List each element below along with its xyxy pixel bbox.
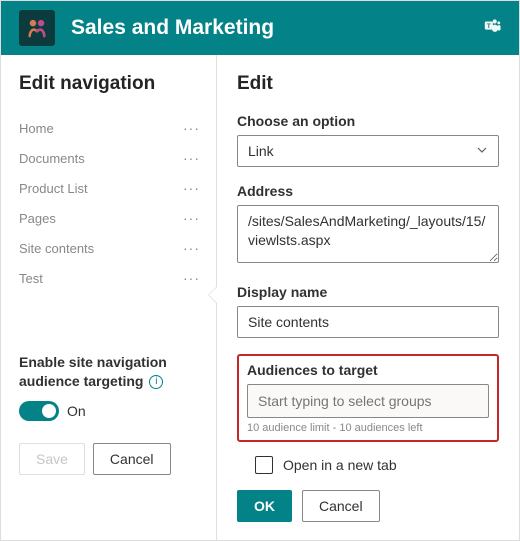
- audience-targeting-toggle[interactable]: [19, 401, 59, 421]
- nav-item-pages[interactable]: Pages ···: [19, 203, 202, 233]
- save-button: Save: [19, 443, 85, 475]
- site-title: Sales and Marketing: [71, 16, 483, 40]
- more-icon[interactable]: ···: [181, 180, 202, 196]
- audiences-hint: 10 audience limit - 10 audiences left: [247, 422, 489, 434]
- nav-item-label: Home: [19, 121, 54, 136]
- audiences-input[interactable]: [247, 384, 489, 418]
- nav-item-site-contents[interactable]: Site contents ···: [19, 233, 202, 263]
- callout-arrow-icon: [209, 287, 217, 303]
- more-icon[interactable]: ···: [181, 120, 202, 136]
- teams-icon[interactable]: T: [483, 17, 501, 40]
- cancel-button[interactable]: Cancel: [93, 443, 171, 475]
- nav-item-product-list[interactable]: Product List ···: [19, 173, 202, 203]
- edit-link-panel: Edit Choose an option Link Address Displ…: [216, 55, 519, 540]
- nav-item-label: Product List: [19, 181, 88, 196]
- more-icon[interactable]: ···: [181, 210, 202, 226]
- open-new-tab-checkbox[interactable]: [255, 456, 273, 474]
- option-label: Choose an option: [237, 113, 499, 129]
- panel-title: Edit: [237, 73, 499, 95]
- option-select[interactable]: Link: [237, 135, 499, 167]
- svg-text:T: T: [487, 22, 491, 29]
- audiences-highlight: Audiences to target 10 audience limit - …: [237, 354, 499, 442]
- handshake-icon: [24, 15, 50, 41]
- nav-item-label: Pages: [19, 211, 56, 226]
- audience-targeting-section: Enable site navigation audience targetin…: [19, 353, 202, 421]
- nav-item-label: Site contents: [19, 241, 94, 256]
- nav-item-home[interactable]: Home ···: [19, 113, 202, 143]
- address-label: Address: [237, 183, 499, 199]
- more-icon[interactable]: ···: [181, 150, 202, 166]
- nav-item-label: Documents: [19, 151, 85, 166]
- site-header: Sales and Marketing T: [1, 1, 519, 55]
- address-input[interactable]: [237, 205, 499, 263]
- cancel-button[interactable]: Cancel: [302, 490, 380, 522]
- main: Edit navigation Home ··· Documents ··· P…: [1, 55, 519, 540]
- option-value: Link: [248, 143, 274, 159]
- ok-button[interactable]: OK: [237, 490, 292, 522]
- more-icon[interactable]: ···: [181, 270, 202, 286]
- more-icon[interactable]: ···: [181, 240, 202, 256]
- display-name-input[interactable]: [237, 306, 499, 338]
- edit-navigation-panel: Edit navigation Home ··· Documents ··· P…: [1, 55, 216, 540]
- toggle-state: On: [67, 403, 86, 419]
- display-name-label: Display name: [237, 284, 499, 300]
- panel-title: Edit navigation: [19, 73, 202, 95]
- open-new-tab-label: Open in a new tab: [283, 457, 397, 473]
- audiences-label: Audiences to target: [247, 362, 489, 378]
- site-logo: [19, 10, 55, 46]
- nav-item-test[interactable]: Test ···: [19, 263, 202, 293]
- nav-item-label: Test: [19, 271, 43, 286]
- info-icon[interactable]: i: [149, 375, 163, 389]
- nav-item-documents[interactable]: Documents ···: [19, 143, 202, 173]
- toggle-label: Enable site navigation audience targetin…: [19, 353, 202, 391]
- nav-list: Home ··· Documents ··· Product List ··· …: [19, 113, 202, 293]
- chevron-down-icon: [476, 143, 488, 159]
